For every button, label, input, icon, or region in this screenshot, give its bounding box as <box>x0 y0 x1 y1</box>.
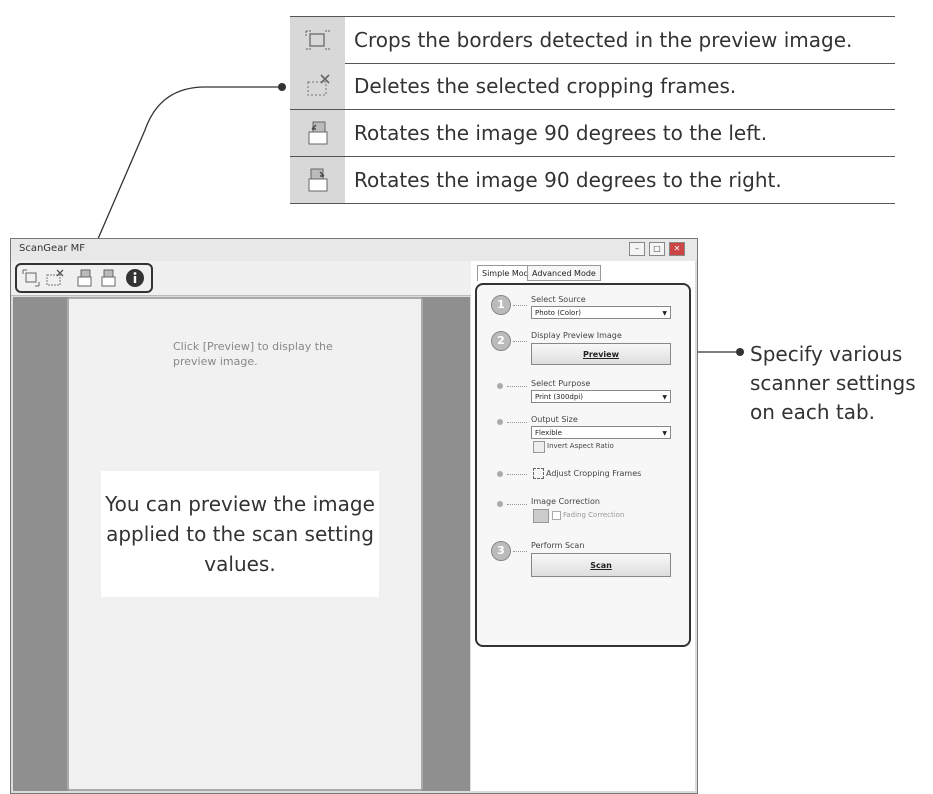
invert-aspect-label: Invert Aspect Ratio <box>547 442 614 450</box>
select-purpose-dropdown[interactable]: Print (300dpi) ▼ <box>531 390 671 403</box>
tab-advanced-mode[interactable]: Advanced Mode <box>527 265 601 281</box>
select-purpose-label: Select Purpose <box>531 379 591 388</box>
fading-correction-checkbox[interactable] <box>552 511 561 520</box>
preview-note: You can preview the image applied to the… <box>101 471 379 597</box>
invert-aspect-icon[interactable] <box>533 441 545 453</box>
preview-hint: Click [Preview] to display the preview i… <box>173 340 333 368</box>
preview-page: Click [Preview] to display the preview i… <box>67 297 423 791</box>
adjust-cropping-label: Adjust Cropping Frames <box>546 469 642 478</box>
title-bar: ScanGear MF – □ ✕ <box>11 239 697 261</box>
toolbar <box>11 261 471 296</box>
rotate-right-icon[interactable] <box>99 268 119 288</box>
info-icon[interactable] <box>125 268 145 288</box>
output-size-dropdown[interactable]: Flexible ▼ <box>531 426 671 439</box>
step-connector <box>513 551 527 552</box>
scan-button[interactable]: Scan <box>531 553 671 577</box>
step-connector <box>513 341 527 342</box>
select-source-dropdown[interactable]: Photo (Color) ▼ <box>531 306 671 319</box>
chevron-down-icon: ▼ <box>662 430 667 437</box>
output-size-label: Output Size <box>531 415 578 424</box>
step-dot <box>497 501 503 507</box>
crop-borders-icon[interactable] <box>21 268 41 288</box>
scangear-window: ScanGear MF – □ ✕ Click [Preview] to dis… <box>10 238 698 794</box>
minimize-button[interactable]: – <box>629 242 645 256</box>
perform-scan-label: Perform Scan <box>531 541 585 550</box>
chevron-down-icon: ▼ <box>662 310 667 317</box>
select-purpose-value: Print (300dpi) <box>535 393 583 401</box>
delete-frames-icon[interactable] <box>45 268 65 288</box>
output-size-value: Flexible <box>535 429 562 437</box>
select-source-value: Photo (Color) <box>535 309 581 317</box>
step-dot <box>497 471 503 477</box>
chevron-down-icon: ▼ <box>662 394 667 401</box>
preview-button[interactable]: Preview <box>531 343 671 365</box>
rotate-left-icon[interactable] <box>75 268 95 288</box>
image-correction-icon <box>533 509 549 523</box>
image-correction-label: Image Correction <box>531 497 600 506</box>
adjust-cropping-checkbox[interactable] <box>533 468 544 479</box>
window-title: ScanGear MF <box>19 243 86 254</box>
step-connector <box>507 504 527 505</box>
step-2-badge: 2 <box>491 331 511 351</box>
settings-pane: Simple Mode Advanced Mode 1 Select Sourc… <box>471 261 695 791</box>
step-dot <box>497 383 503 389</box>
step-connector <box>513 305 527 306</box>
step-1-badge: 1 <box>491 295 511 315</box>
side-note: Specify various scanner settings on each… <box>750 342 916 424</box>
fading-correction-label: Fading Correction <box>563 511 625 519</box>
maximize-button[interactable]: □ <box>649 242 665 256</box>
display-preview-label: Display Preview Image <box>531 331 622 340</box>
step-connector <box>507 386 527 387</box>
simple-mode-panel: 1 Select Source Photo (Color) ▼ 2 Display… <box>475 283 691 647</box>
step-3-badge: 3 <box>491 541 511 561</box>
step-connector <box>507 422 527 423</box>
select-source-label: Select Source <box>531 295 586 304</box>
close-button[interactable]: ✕ <box>669 242 685 256</box>
step-dot <box>497 419 503 425</box>
step-connector <box>507 474 527 475</box>
